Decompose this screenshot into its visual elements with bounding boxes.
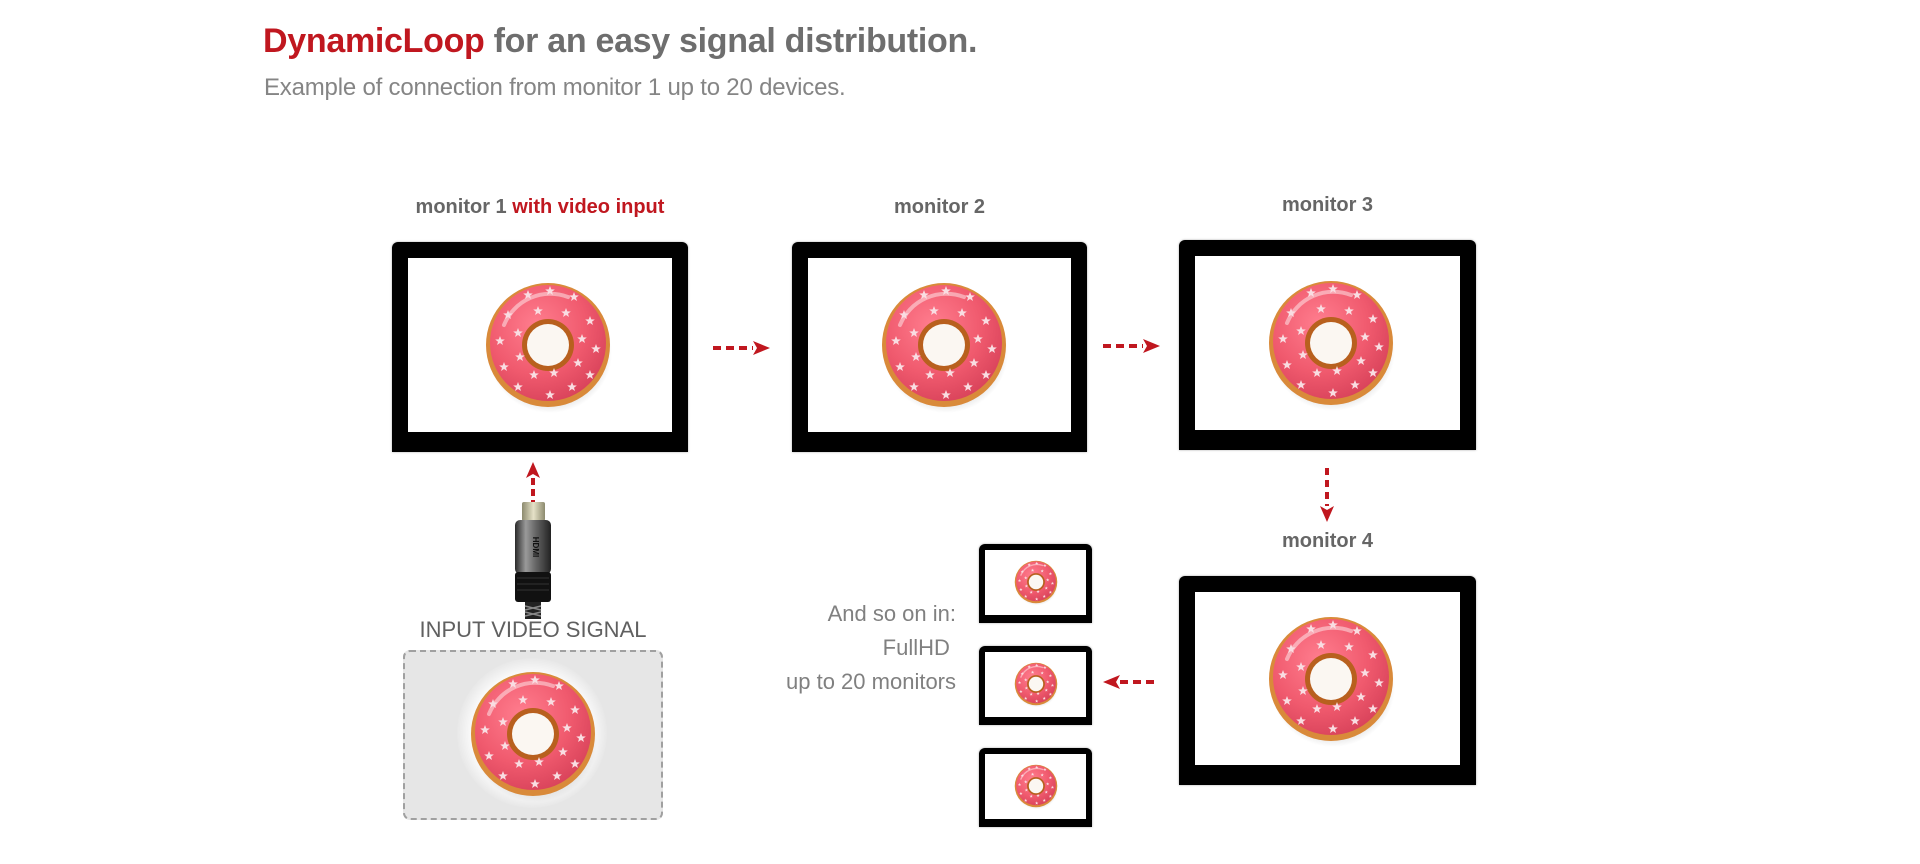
monitor-1-label: monitor 1 with video input — [392, 196, 688, 219]
monitor-2 — [792, 242, 1087, 452]
donut-icon — [874, 275, 1014, 415]
extra-monitor-screen — [985, 652, 1086, 717]
monitor-2-label: monitor 2 — [893, 196, 986, 218]
arrow-right-icon — [1103, 339, 1160, 353]
extra-monitor-screen — [985, 550, 1086, 615]
input-signal-source — [403, 650, 663, 820]
monitor-4 — [1179, 576, 1476, 785]
donut-icon — [1012, 762, 1060, 810]
extra-monitor — [979, 544, 1092, 623]
monitor-2-screen — [808, 258, 1071, 432]
donut-icon — [478, 275, 618, 415]
monitor-1-suffix: with video input — [506, 196, 665, 218]
more-monitors-note: And so on in: FullHD up to 20 monitors — [700, 597, 956, 699]
monitor-3 — [1179, 240, 1476, 450]
page-subtitle: Example of connection from monitor 1 up … — [264, 74, 846, 101]
arrow-right-icon — [713, 341, 770, 355]
donut-icon — [463, 664, 603, 804]
arrow-left-icon — [1103, 675, 1157, 689]
monitor-1-name: monitor 1 — [415, 196, 507, 218]
donut-icon — [1261, 273, 1401, 413]
page-title: DynamicLoop for an easy signal distribut… — [263, 22, 977, 61]
arrow-up-icon — [526, 462, 540, 504]
donut-icon — [1012, 558, 1060, 606]
monitor-4-label: monitor 4 — [1281, 530, 1374, 552]
donut-icon — [1261, 609, 1401, 749]
extra-monitor-screen — [985, 754, 1086, 819]
monitor-3-label: monitor 3 — [1281, 194, 1374, 216]
input-signal-label: INPUT VIDEO SIGNAL — [419, 617, 647, 642]
arrow-down-icon — [1320, 468, 1334, 522]
monitor-3-screen — [1195, 256, 1460, 430]
note-line-1: And so on in: — [827, 601, 956, 626]
extra-monitor — [979, 646, 1092, 725]
extra-monitor — [979, 748, 1092, 827]
monitor-1 — [392, 242, 688, 452]
monitor-1-screen — [408, 258, 672, 432]
svg-text:HDMI: HDMI — [531, 537, 540, 557]
note-line-3: up to 20 monitors — [786, 669, 956, 694]
note-line-2: FullHD — [882, 635, 956, 660]
hdmi-connector-icon: HDMI — [515, 502, 551, 619]
title-text: for an easy signal distribution. — [484, 22, 978, 60]
donut-icon — [1012, 660, 1060, 708]
brand-name: DynamicLoop — [263, 22, 485, 60]
monitor-4-screen — [1195, 592, 1460, 765]
